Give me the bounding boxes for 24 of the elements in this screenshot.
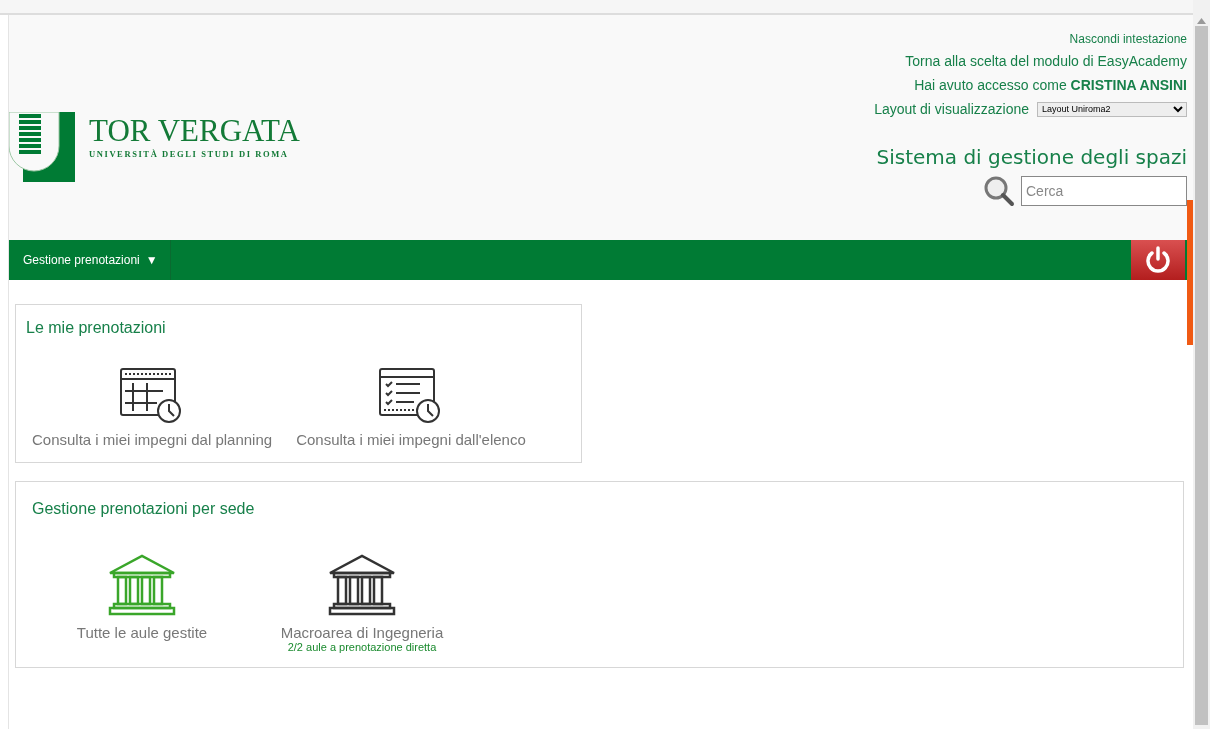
access-info: Hai avuto accesso come CRISTINA ANSINI bbox=[914, 77, 1187, 93]
chevron-icon bbox=[1173, 105, 1183, 113]
shortcut-link[interactable]: Consulta i miei impegni dall'elenco bbox=[296, 367, 526, 448]
header-link[interactable]: Nascondi intestazione bbox=[1069, 32, 1187, 46]
building-icon bbox=[108, 554, 176, 616]
shortcut-link[interactable]: Consulta i miei impegni dal planning bbox=[32, 367, 273, 448]
header-link[interactable]: Torna alla scelta del modulo di EasyAcademy bbox=[905, 53, 1187, 69]
power-icon bbox=[1143, 245, 1173, 275]
logo-title: TOR VERGATA bbox=[89, 115, 300, 146]
building-icon bbox=[328, 554, 396, 616]
shortcut-link[interactable]: Tutte le aule gestite bbox=[52, 554, 232, 653]
search-icon[interactable] bbox=[983, 175, 1015, 207]
panel-title: Gestione prenotazioni per sede bbox=[32, 500, 256, 518]
power-button[interactable] bbox=[1131, 240, 1185, 280]
shortcut-link[interactable]: Macroarea di Ingegneria 2/2 aule a prenotazione diretta bbox=[272, 554, 452, 653]
layout-label: Layout di visualizzazione bbox=[874, 101, 1029, 117]
menu-button[interactable]: Gestione prenotazioni ▼ bbox=[9, 240, 171, 280]
logo-subtitle: UNIVERSITÀ DEGLI STUDI DI ROMA bbox=[89, 149, 290, 159]
layout-select[interactable]: Layout Uniroma2 bbox=[1037, 101, 1187, 117]
search-field[interactable]: Cerca bbox=[1021, 176, 1187, 206]
panel-title: Le mie prenotazioni bbox=[26, 319, 167, 337]
shortcut-note: 2/2 aule a prenotazione diretta bbox=[287, 641, 437, 653]
app-title: Sistema di gestione degli spazi bbox=[876, 145, 1187, 169]
scrollbar[interactable] bbox=[1193, 0, 1210, 729]
